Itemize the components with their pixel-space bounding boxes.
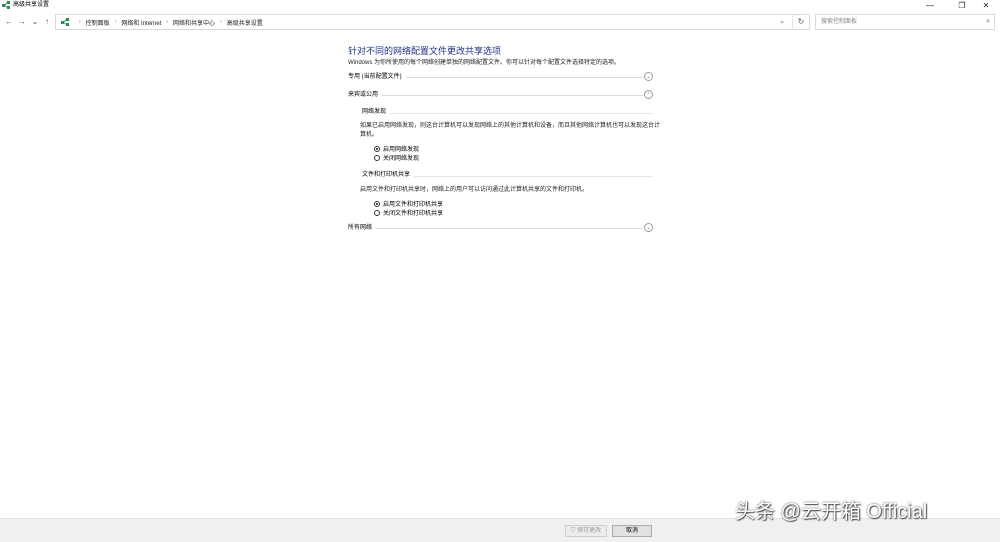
save-changes-label: 保存更改 bbox=[577, 528, 602, 534]
breadcrumb-control-panel[interactable]: 控制面板 bbox=[86, 18, 110, 27]
chevron-right-icon: › bbox=[79, 19, 81, 25]
breadcrumb-advanced-sharing[interactable]: 高级共享设置 bbox=[227, 18, 263, 27]
radio-label: 启用网络发现 bbox=[383, 147, 420, 153]
refresh-icon[interactable]: ↻ bbox=[792, 14, 809, 30]
network-discovery-description: 如果已启用网络发现，则这台计算机可以发现网络上的其他计算机和设备，而且其他网络计… bbox=[360, 123, 661, 138]
chevron-right-icon: › bbox=[114, 19, 117, 25]
network-icon bbox=[2, 1, 10, 9]
radio-label: 关闭网络发现 bbox=[383, 156, 420, 162]
network-icon bbox=[61, 18, 69, 26]
chevron-up-icon[interactable]: ⌃ bbox=[644, 90, 653, 99]
page-description: Windows 为你所使用的每个网络创建单独的网络配置文件。你可以针对每个配置文… bbox=[348, 60, 621, 66]
radio-enable-sharing[interactable]: 启用文件和打印机共享 bbox=[374, 199, 653, 208]
chevron-right-icon: › bbox=[220, 19, 222, 25]
file-printer-sharing-heading: 文件和打印机共享 bbox=[362, 171, 415, 180]
radio-button[interactable] bbox=[374, 209, 380, 216]
main-content: 针对不同的网络配置文件更改共享选项 Windows 为你所使用的每个网络创建单独… bbox=[348, 45, 660, 235]
file-printer-sharing-description: 启用文件和打印机共享时，网络上的用户可以访问通过此计算机共享的文件和打印机。 bbox=[360, 187, 589, 193]
chevron-down-icon[interactable]: ⌄ bbox=[644, 72, 653, 81]
window-title: 高级共享设置 bbox=[13, 2, 50, 8]
breadcrumb-network-internet[interactable]: 网络和 Internet bbox=[121, 18, 161, 27]
chevron-right-icon: › bbox=[166, 19, 169, 25]
radio-disable-discovery[interactable]: 关闭网络发现 bbox=[374, 153, 653, 162]
radio-button[interactable] bbox=[374, 154, 380, 161]
back-arrow-icon[interactable]: ← bbox=[4, 16, 14, 28]
section-private-label: 专用 (当前配置文件) bbox=[348, 72, 406, 82]
radio-enable-discovery[interactable]: 启用网络发现 bbox=[374, 144, 653, 153]
page-title: 针对不同的网络配置文件更改共享选项 bbox=[348, 46, 502, 56]
radio-button-selected[interactable] bbox=[374, 200, 380, 207]
radio-label: 启用文件和打印机共享 bbox=[383, 202, 444, 208]
search-placeholder: 搜索控制面板 bbox=[821, 19, 858, 25]
search-input[interactable]: 搜索控制面板 ⌕ bbox=[815, 14, 995, 30]
section-all-networks[interactable]: 所有网络 ⌄ bbox=[348, 223, 653, 235]
network-discovery-group: 网络发现 bbox=[362, 108, 653, 118]
section-all-label: 所有网络 bbox=[348, 223, 377, 233]
radio-label: 关闭文件和打印机共享 bbox=[383, 211, 444, 217]
divider bbox=[348, 95, 643, 96]
recent-locations-chevron-icon[interactable]: ⌄ bbox=[30, 16, 40, 28]
minimize-button[interactable]: — bbox=[916, 0, 944, 11]
shield-icon: ⛉ bbox=[570, 528, 576, 534]
save-changes-button[interactable]: ⛉ 保存更改 bbox=[565, 525, 607, 537]
network-discovery-options: 启用网络发现 关闭网络发现 bbox=[374, 144, 653, 162]
address-bar[interactable]: › 控制面板 › 网络和 Internet › 网络和共享中心 › 高级共享设置 bbox=[55, 14, 810, 30]
watermark: 头条 @云开箱 Official bbox=[735, 501, 928, 523]
divider bbox=[362, 113, 653, 114]
file-printer-sharing-options: 启用文件和打印机共享 关闭文件和打印机共享 bbox=[374, 199, 653, 217]
search-icon[interactable]: ⌕ bbox=[986, 15, 990, 29]
breadcrumb: › 控制面板 › 网络和 Internet › 网络和共享中心 › 高级共享设置 bbox=[61, 15, 263, 29]
network-discovery-heading: 网络发现 bbox=[362, 108, 391, 117]
title-bar: 高级共享设置 — ❐ ✕ bbox=[0, 0, 1000, 11]
chevron-down-icon[interactable]: ⌄ bbox=[644, 223, 653, 232]
close-button[interactable]: ✕ bbox=[972, 0, 1000, 11]
divider bbox=[348, 228, 643, 229]
up-arrow-icon[interactable]: ↑ bbox=[42, 16, 52, 28]
address-row: ← → ⌄ ↑ › 控制面板 › 网络和 Internet › 网络和共享中心 … bbox=[0, 12, 1000, 32]
address-dropdown-chevron-icon[interactable]: ⌄ bbox=[775, 14, 789, 30]
forward-arrow-icon[interactable]: → bbox=[17, 16, 27, 28]
network-discovery-header: 网络发现 bbox=[362, 108, 653, 118]
cancel-button[interactable]: 取消 bbox=[612, 525, 652, 537]
section-private[interactable]: 专用 (当前配置文件) ⌄ bbox=[348, 72, 653, 84]
file-printer-sharing-header: 文件和打印机共享 bbox=[362, 171, 653, 181]
radio-button-selected[interactable] bbox=[374, 145, 380, 152]
section-guest-label: 来宾或公用 bbox=[348, 90, 383, 100]
radio-disable-sharing[interactable]: 关闭文件和打印机共享 bbox=[374, 208, 653, 217]
file-printer-sharing-group: 文件和打印机共享 bbox=[362, 171, 653, 181]
section-guest-public[interactable]: 来宾或公用 ⌃ bbox=[348, 90, 653, 102]
breadcrumb-network-sharing-center[interactable]: 网络和共享中心 bbox=[173, 18, 215, 27]
